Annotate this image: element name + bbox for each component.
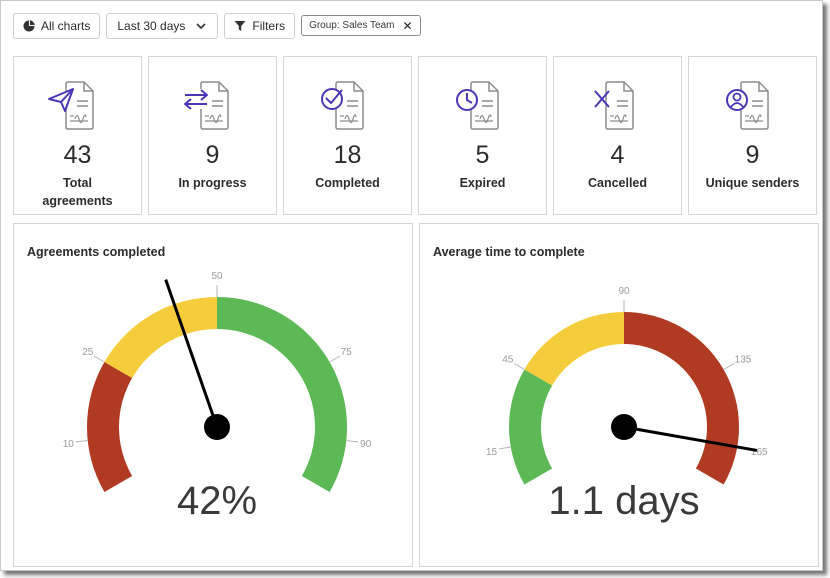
kpi-label: Completed — [315, 176, 380, 190]
panel-title: Average time to complete — [433, 245, 585, 259]
kpi-card-senders[interactable]: 9 Unique senders — [688, 56, 817, 215]
gauge-hub — [204, 414, 230, 440]
filters-button[interactable]: Filters — [224, 13, 296, 39]
kpi-label: Unique senders — [705, 176, 800, 190]
gauge-tick — [93, 355, 105, 363]
kpi-label: In progress — [178, 176, 247, 190]
panel-title: Agreements completed — [27, 245, 166, 259]
kpi-value: 9 — [205, 141, 220, 169]
gauge-tick — [75, 440, 88, 443]
kpi-value: 43 — [63, 141, 92, 169]
x-icon — [594, 81, 634, 130]
gauge-tick-label: 50 — [211, 271, 223, 282]
toolbar: All charts Last 30 days Filters Group: S… — [13, 13, 421, 39]
gauge-tick-label: 90 — [618, 286, 630, 297]
kpi-card-in-progress[interactable]: 9 In progress — [148, 56, 277, 215]
arrows-exchange-icon — [183, 81, 229, 130]
clock-icon — [456, 81, 499, 130]
kpi-value: 9 — [745, 141, 760, 169]
filters-label: Filters — [252, 19, 286, 33]
gauge-value-label: 1.1 days — [548, 479, 699, 523]
check-circle-icon — [321, 81, 364, 130]
kpi-label: Cancelled — [587, 176, 648, 190]
kpi-row: 43 Total agreements 9 In progress 18 Com… — [13, 56, 817, 215]
gauge-tick-label: 75 — [341, 347, 353, 358]
gauge-band-0 — [509, 369, 553, 485]
gauge-value-label: 42% — [177, 479, 257, 523]
date-range-label: Last 30 days — [117, 19, 186, 33]
kpi-card-total[interactable]: 43 Total agreements — [13, 56, 142, 215]
kpi-card-completed[interactable]: 18 Completed — [283, 56, 412, 215]
gauge-band-1 — [104, 297, 217, 378]
kpi-value: 5 — [475, 141, 490, 169]
gauge-tick-label: 25 — [82, 347, 94, 358]
gauge-tick-label: 90 — [360, 439, 372, 450]
send-icon — [48, 81, 94, 130]
group-filter-label: Group: Sales Team — [309, 20, 395, 31]
gauge-tick-label: 45 — [502, 355, 514, 366]
all-charts-button[interactable]: All charts — [13, 13, 101, 39]
kpi-card-cancelled[interactable]: 4 Cancelled — [553, 56, 682, 215]
date-range-dropdown[interactable]: Last 30 days — [106, 13, 219, 39]
gauge-tick-label: 10 — [63, 439, 75, 450]
gauge-tick-label: 15 — [486, 447, 498, 458]
pie-chart-icon — [23, 20, 35, 32]
user-icon — [726, 81, 769, 130]
agreements-completed-panel: 10 25 50 75 90 42% Agreements completed — [13, 223, 413, 567]
kpi-value: 4 — [610, 141, 625, 169]
kpi-label: Expired — [459, 176, 506, 190]
remove-filter-icon[interactable]: ✕ — [403, 20, 413, 32]
kpi-card-expired[interactable]: 5 Expired — [418, 56, 547, 215]
gauge-tick — [329, 355, 341, 363]
all-charts-label: All charts — [41, 19, 91, 33]
gauge-band-1 — [524, 312, 624, 386]
average-time-panel: 15 45 90 135 165 1.1 days Average time to com… — [419, 223, 819, 567]
kpi-value: 18 — [333, 141, 362, 169]
gauge-hub — [611, 414, 637, 440]
group-filter-tag: Group: Sales Team ✕ — [301, 15, 421, 36]
dashboard-frame: All charts Last 30 days Filters Group: S… — [0, 0, 823, 571]
gauge-band-2 — [624, 312, 739, 485]
chevron-down-icon — [195, 20, 207, 32]
gauge-tick — [498, 446, 511, 450]
gauge-band-0 — [87, 362, 133, 492]
filter-icon — [234, 20, 246, 32]
gauge-tick — [346, 440, 359, 443]
gauge-tick — [513, 363, 525, 370]
gauge-tick — [723, 363, 735, 370]
average-time-gauge: 1545901351651.1 days — [486, 286, 768, 523]
gauge-tick-label: 135 — [735, 355, 752, 366]
gauge-band-2 — [217, 297, 347, 492]
agreements-completed-gauge: 10 25 50 75 90 42% — [63, 271, 372, 523]
kpi-label: Total agreements — [42, 176, 113, 208]
